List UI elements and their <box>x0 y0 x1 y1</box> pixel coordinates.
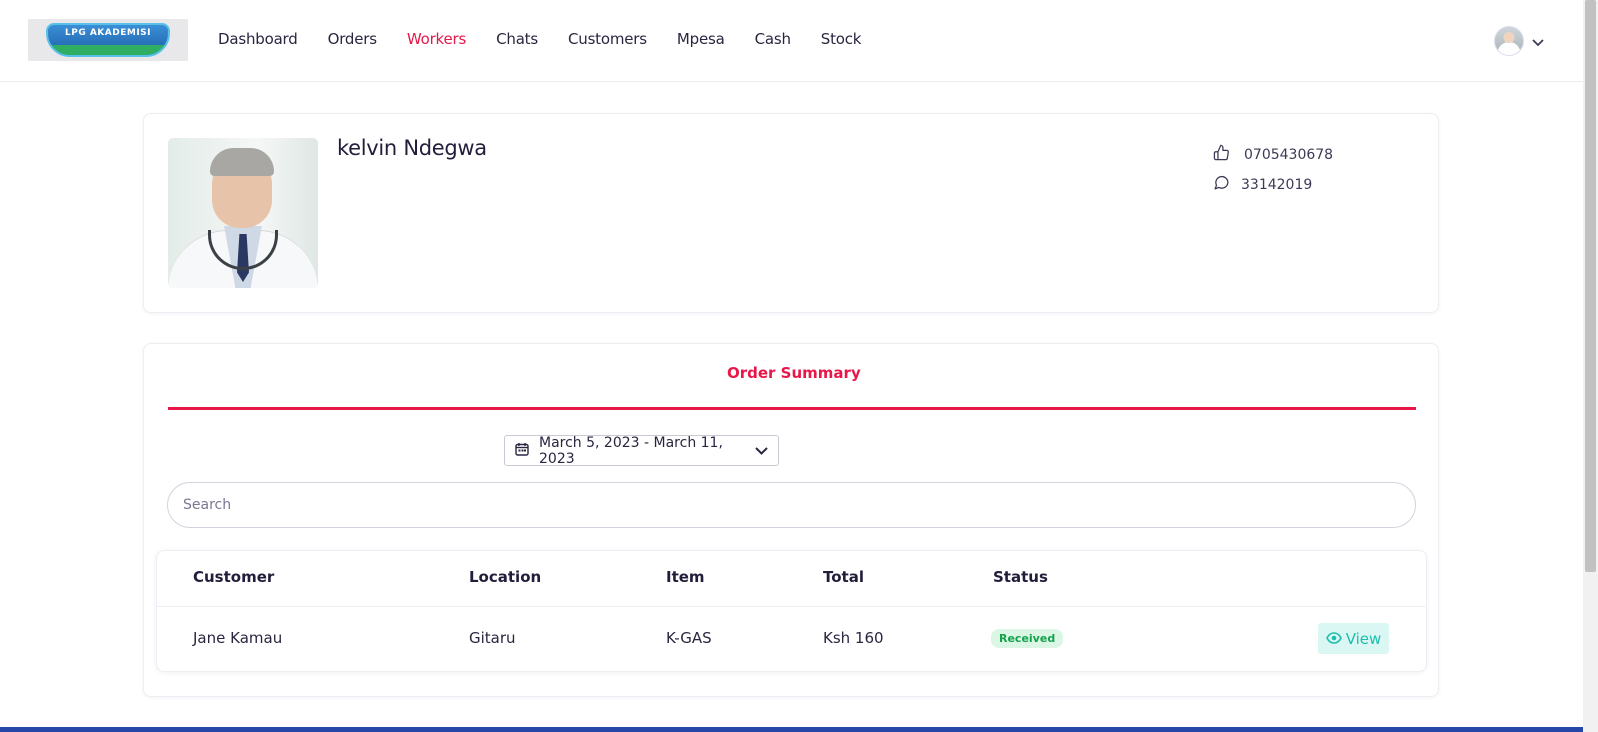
date-range-picker[interactable]: March 5, 2023 - March 11, 2023 <box>504 434 779 467</box>
eye-icon <box>1325 630 1342 648</box>
nav-mpesa[interactable]: Mpesa <box>677 30 725 48</box>
view-order-button[interactable]: View <box>1318 623 1389 654</box>
user-menu[interactable] <box>1494 26 1544 56</box>
orders-table <box>156 550 1427 672</box>
cell-customer: Jane Kamau <box>193 629 283 647</box>
worker-name: kelvin Ndegwa <box>337 136 487 160</box>
tab-active-underline <box>168 407 1416 410</box>
top-navbar: LPG AKADEMISI Dashboard Orders Workers C… <box>0 0 1583 82</box>
worker-photo <box>168 138 318 288</box>
nav-orders[interactable]: Orders <box>328 30 377 48</box>
brand-logo[interactable]: LPG AKADEMISI <box>28 19 188 61</box>
tab-order-summary[interactable]: Order Summary <box>727 364 861 382</box>
view-button-label: View <box>1345 629 1382 648</box>
phone-number: 0705430678 <box>1244 146 1334 163</box>
col-header-total[interactable]: Total <box>823 568 864 586</box>
calendar-icon <box>515 442 529 460</box>
col-header-location[interactable]: Location <box>469 568 541 586</box>
footer-accent-bar <box>0 727 1583 732</box>
nav-cash[interactable]: Cash <box>755 30 791 48</box>
col-header-customer[interactable]: Customer <box>193 568 274 586</box>
nav-dashboard[interactable]: Dashboard <box>218 30 298 48</box>
table-row-divider <box>156 606 1427 607</box>
photo-hair <box>210 148 274 176</box>
nav-workers[interactable]: Workers <box>407 30 466 48</box>
chevron-down-icon[interactable] <box>1532 32 1544 51</box>
date-range-text: March 5, 2023 - March 11, 2023 <box>539 434 723 467</box>
cell-item: K-GAS <box>666 629 712 647</box>
col-header-status[interactable]: Status <box>993 568 1048 586</box>
logo-text: LPG AKADEMISI <box>64 28 151 38</box>
order-search-input[interactable] <box>167 482 1416 528</box>
worker-phone: 0705430678 <box>1213 144 1333 165</box>
user-avatar[interactable] <box>1494 26 1524 56</box>
chat-bubble-icon <box>1213 174 1230 195</box>
nav-stock[interactable]: Stock <box>821 30 862 48</box>
main-nav: Dashboard Orders Workers Chats Customers… <box>218 30 891 48</box>
cell-total: Ksh 160 <box>823 629 884 647</box>
cell-location: Gitaru <box>469 629 516 647</box>
logo-band <box>48 45 168 55</box>
id-number: 33142019 <box>1241 176 1313 193</box>
scrollbar-thumb[interactable] <box>1585 0 1596 572</box>
nav-chats[interactable]: Chats <box>496 30 538 48</box>
status-badge: Received <box>991 629 1064 648</box>
worker-id: 33142019 <box>1213 174 1312 195</box>
nav-customers[interactable]: Customers <box>568 30 647 48</box>
chevron-down-icon <box>755 443 768 459</box>
thumbs-up-icon <box>1213 144 1230 165</box>
logo-badge: LPG AKADEMISI <box>46 23 170 57</box>
col-header-item[interactable]: Item <box>666 568 705 586</box>
